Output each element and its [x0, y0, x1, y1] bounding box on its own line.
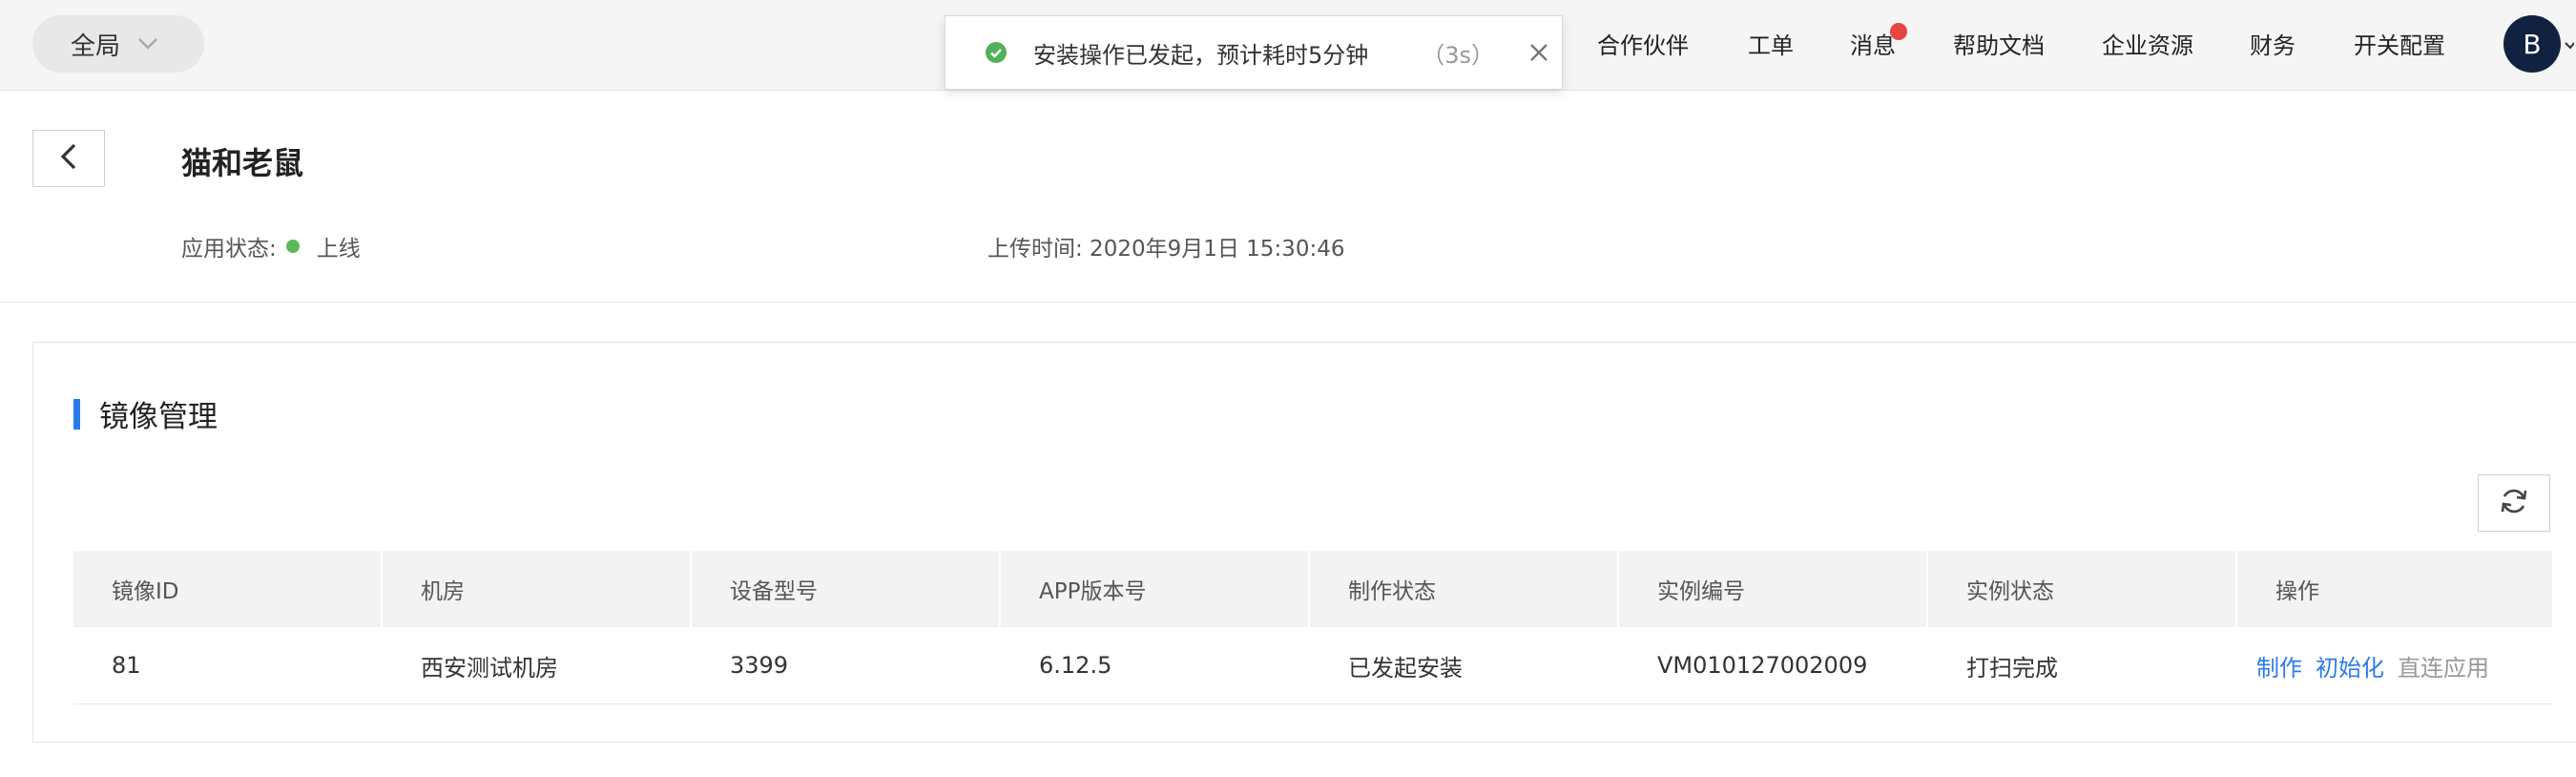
- direct-connect-link[interactable]: 直连应用: [2398, 649, 2489, 682]
- make-link[interactable]: 制作: [2256, 649, 2302, 682]
- status-online-dot: [285, 240, 300, 253]
- nav-switch-config[interactable]: 开关配置: [2354, 27, 2445, 60]
- upload-time-text: 上传时间: 2020年9月1日 15:30:46: [987, 237, 1345, 262]
- nav-help-docs[interactable]: 帮助文档: [1953, 27, 2045, 60]
- back-button[interactable]: [32, 130, 105, 187]
- col-room: 机房: [383, 551, 692, 627]
- cell-instance-no: VM010127002009: [1657, 652, 1868, 679]
- col-app-version: APP版本号: [1001, 551, 1310, 627]
- table-header: 镜像ID 机房 设备型号 APP版本号 制作状态 实例编号 实例状态 操作: [73, 551, 2552, 627]
- refresh-icon: [2498, 485, 2530, 521]
- close-icon[interactable]: [1528, 42, 1549, 63]
- nav-enterprise-resources[interactable]: 企业资源: [2102, 27, 2193, 60]
- success-toast: 安装操作已发起，预计耗时5分钟 （3s）: [945, 15, 1563, 90]
- col-instance-no: 实例编号: [1619, 551, 1928, 627]
- avatar-chevron-icon[interactable]: [2565, 38, 2575, 56]
- avatar-letter: B: [2523, 28, 2542, 60]
- toast-message: 安装操作已发起，预计耗时5分钟: [1033, 41, 1369, 69]
- avatar[interactable]: B: [2503, 15, 2561, 73]
- cell-make-status: 已发起安装: [1348, 654, 1463, 682]
- nav-messages[interactable]: 消息: [1850, 27, 1896, 60]
- col-make-status: 制作状态: [1310, 551, 1619, 627]
- chevron-down-icon: [137, 37, 158, 51]
- nav-finance[interactable]: 财务: [2250, 27, 2296, 60]
- cell-device-model: 3399: [730, 652, 789, 679]
- col-device-model: 设备型号: [692, 551, 1001, 627]
- page-title: 猫和老鼠: [181, 145, 304, 181]
- scope-label: 全局: [71, 32, 121, 61]
- section-heading: 镜像管理: [73, 392, 218, 435]
- top-header: 全局 安装操作已发起，预计耗时5分钟 （3s） 合作伙伴 工单 消息 帮助文档 …: [0, 0, 2576, 91]
- cell-instance-status: 打扫完成: [1966, 654, 2058, 682]
- section-title: 镜像管理: [99, 400, 218, 434]
- success-check-icon: [986, 42, 1007, 63]
- toast-countdown: （3s）: [1422, 41, 1495, 69]
- cell-image-id: 81: [112, 652, 141, 679]
- section-divider: [0, 302, 2576, 303]
- scope-selector[interactable]: 全局: [32, 15, 204, 73]
- status-label: 应用状态:: [181, 237, 277, 262]
- table-row: 81 西安测试机房 3399 6.12.5 已发起安装 VM0101270020…: [73, 627, 2552, 704]
- chevron-left-icon: [59, 142, 78, 175]
- initialize-link[interactable]: 初始化: [2316, 649, 2384, 682]
- status-value: 上线: [316, 237, 361, 262]
- app-status: 应用状态: 上线: [181, 230, 361, 262]
- image-table: 镜像ID 机房 设备型号 APP版本号 制作状态 实例编号 实例状态 操作 81…: [73, 551, 2552, 704]
- cell-app-version: 6.12.5: [1039, 652, 1112, 679]
- upload-time: 上传时间: 2020年9月1日 15:30:46: [987, 230, 1344, 262]
- col-actions: 操作: [2275, 579, 2319, 604]
- notification-dot: [1890, 23, 1907, 40]
- image-management-card: 镜像管理 镜像ID 机房 设备型号 APP版本号 制作状态 实例编号 实例状态 …: [32, 342, 2576, 743]
- nav-tickets[interactable]: 工单: [1748, 27, 1794, 60]
- cell-actions: 制作 初始化 直连应用: [2237, 627, 2552, 704]
- heading-accent-bar: [73, 398, 80, 430]
- refresh-button[interactable]: [2478, 474, 2550, 532]
- col-instance-status: 实例状态: [1928, 551, 2237, 627]
- col-image-id: 镜像ID: [73, 551, 383, 627]
- nav-partners[interactable]: 合作伙伴: [1597, 27, 1689, 60]
- cell-room: 西安测试机房: [421, 654, 558, 682]
